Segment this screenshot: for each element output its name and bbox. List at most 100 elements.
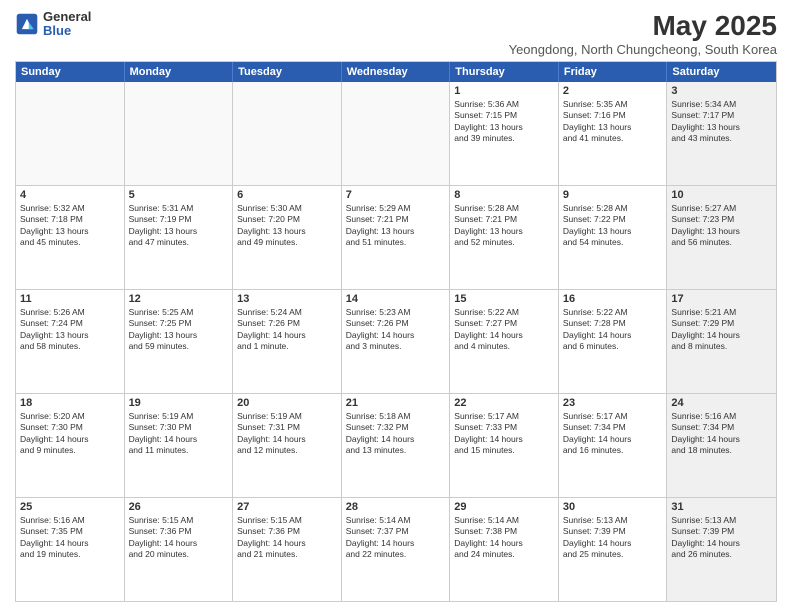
cal-day-13: 13 Sunrise: 5:24 AM Sunset: 7:26 PM Dayli… [233,290,342,393]
cal-day-19: 19 Sunrise: 5:19 AM Sunset: 7:30 PM Dayli… [125,394,234,497]
day-number: 15 [454,293,554,305]
calendar-body: 1 Sunrise: 5:36 AM Sunset: 7:15 PM Daylig… [16,82,776,601]
weekday-header-saturday: Saturday [667,62,776,82]
cal-day-7: 7 Sunrise: 5:29 AM Sunset: 7:21 PM Daylig… [342,186,451,289]
day-number: 11 [20,293,120,305]
cal-day-18: 18Sunrise: 5:20 AM Sunset: 7:30 PM Dayli… [16,394,125,497]
day-number: 22 [454,397,554,409]
cal-day-8: 8 Sunrise: 5:28 AM Sunset: 7:21 PM Daylig… [450,186,559,289]
day-info: Sunrise: 5:25 AM Sunset: 7:25 PM Dayligh… [129,307,229,353]
day-info: Sunrise: 5:30 AM Sunset: 7:20 PM Dayligh… [237,203,337,249]
day-number: 31 [671,501,772,513]
day-number: 17 [671,293,772,305]
day-info: Sunrise: 5:14 AM Sunset: 7:38 PM Dayligh… [454,515,554,561]
cal-day-16: 16Sunrise: 5:22 AM Sunset: 7:28 PM Dayli… [559,290,668,393]
day-number: 8 [454,189,554,201]
day-info: Sunrise: 5:19 AM Sunset: 7:31 PM Dayligh… [237,411,337,457]
day-number: 7 [346,189,446,201]
day-info: Sunrise: 5:28 AM Sunset: 7:21 PM Dayligh… [454,203,554,249]
logo-general: General [43,10,91,24]
main-title: May 2025 [509,10,777,42]
weekday-header-sunday: Sunday [16,62,125,82]
day-number: 26 [129,501,229,513]
cal-day-3: 3 Sunrise: 5:34 AM Sunset: 7:17 PM Daylig… [667,82,776,185]
day-number: 5 [129,189,229,201]
day-info: Sunrise: 5:24 AM Sunset: 7:26 PM Dayligh… [237,307,337,353]
day-info: Sunrise: 5:35 AM Sunset: 7:16 PM Dayligh… [563,99,663,145]
day-info: Sunrise: 5:22 AM Sunset: 7:27 PM Dayligh… [454,307,554,353]
day-number: 18 [20,397,120,409]
day-number: 4 [20,189,120,201]
cal-day-9: 9 Sunrise: 5:28 AM Sunset: 7:22 PM Daylig… [559,186,668,289]
day-info: Sunrise: 5:28 AM Sunset: 7:22 PM Dayligh… [563,203,663,249]
day-number: 20 [237,397,337,409]
calendar: SundayMondayTuesdayWednesdayThursdayFrid… [15,61,777,602]
cal-day-1: 1 Sunrise: 5:36 AM Sunset: 7:15 PM Daylig… [450,82,559,185]
cal-day-20: 20 Sunrise: 5:19 AM Sunset: 7:31 PM Dayli… [233,394,342,497]
day-number: 27 [237,501,337,513]
day-number: 25 [20,501,120,513]
weekday-header-wednesday: Wednesday [342,62,451,82]
day-number: 28 [346,501,446,513]
day-info: Sunrise: 5:36 AM Sunset: 7:15 PM Dayligh… [454,99,554,145]
day-info: Sunrise: 5:13 AM Sunset: 7:39 PM Dayligh… [671,515,772,561]
cal-day-12: 12 Sunrise: 5:25 AM Sunset: 7:25 PM Dayli… [125,290,234,393]
day-info: Sunrise: 5:16 AM Sunset: 7:34 PM Dayligh… [671,411,772,457]
day-number: 3 [671,85,772,97]
calendar-row-4: 25 Sunrise: 5:16 AM Sunset: 7:35 PM Dayli… [16,498,776,601]
day-info: Sunrise: 5:15 AM Sunset: 7:36 PM Dayligh… [237,515,337,561]
logo-text: General Blue [43,10,91,39]
cal-day-28: 28 Sunrise: 5:14 AM Sunset: 7:37 PM Dayli… [342,498,451,601]
weekday-header-monday: Monday [125,62,234,82]
day-info: Sunrise: 5:29 AM Sunset: 7:21 PM Dayligh… [346,203,446,249]
day-info: Sunrise: 5:14 AM Sunset: 7:37 PM Dayligh… [346,515,446,561]
weekday-header-tuesday: Tuesday [233,62,342,82]
calendar-row-0: 1 Sunrise: 5:36 AM Sunset: 7:15 PM Daylig… [16,82,776,186]
cal-day-2: 2 Sunrise: 5:35 AM Sunset: 7:16 PM Daylig… [559,82,668,185]
day-info: Sunrise: 5:27 AM Sunset: 7:23 PM Dayligh… [671,203,772,249]
cal-day-4: 4 Sunrise: 5:32 AM Sunset: 7:18 PM Daylig… [16,186,125,289]
logo-icon [15,12,39,36]
cal-day-25: 25 Sunrise: 5:16 AM Sunset: 7:35 PM Dayli… [16,498,125,601]
cal-day-empty-0-0 [16,82,125,185]
day-info: Sunrise: 5:19 AM Sunset: 7:30 PM Dayligh… [129,411,229,457]
day-info: Sunrise: 5:18 AM Sunset: 7:32 PM Dayligh… [346,411,446,457]
cal-day-26: 26 Sunrise: 5:15 AM Sunset: 7:36 PM Dayli… [125,498,234,601]
subtitle: Yeongdong, North Chungcheong, South Kore… [509,42,777,57]
weekday-header-friday: Friday [559,62,668,82]
day-info: Sunrise: 5:34 AM Sunset: 7:17 PM Dayligh… [671,99,772,145]
cal-day-10: 10Sunrise: 5:27 AM Sunset: 7:23 PM Dayli… [667,186,776,289]
cal-day-21: 21Sunrise: 5:18 AM Sunset: 7:32 PM Dayli… [342,394,451,497]
day-number: 2 [563,85,663,97]
calendar-row-3: 18Sunrise: 5:20 AM Sunset: 7:30 PM Dayli… [16,394,776,498]
cal-day-30: 30 Sunrise: 5:13 AM Sunset: 7:39 PM Dayli… [559,498,668,601]
weekday-header-thursday: Thursday [450,62,559,82]
day-number: 1 [454,85,554,97]
day-info: Sunrise: 5:15 AM Sunset: 7:36 PM Dayligh… [129,515,229,561]
day-info: Sunrise: 5:13 AM Sunset: 7:39 PM Dayligh… [563,515,663,561]
cal-day-6: 6Sunrise: 5:30 AM Sunset: 7:20 PM Daylig… [233,186,342,289]
cal-day-27: 27 Sunrise: 5:15 AM Sunset: 7:36 PM Dayli… [233,498,342,601]
calendar-row-2: 11 Sunrise: 5:26 AM Sunset: 7:24 PM Dayli… [16,290,776,394]
cal-day-empty-0-2 [233,82,342,185]
day-info: Sunrise: 5:17 AM Sunset: 7:33 PM Dayligh… [454,411,554,457]
header: General Blue May 2025 Yeongdong, North C… [15,10,777,57]
cal-day-empty-0-3 [342,82,451,185]
cal-day-empty-0-1 [125,82,234,185]
day-info: Sunrise: 5:32 AM Sunset: 7:18 PM Dayligh… [20,203,120,249]
cal-day-15: 15 Sunrise: 5:22 AM Sunset: 7:27 PM Dayli… [450,290,559,393]
day-number: 29 [454,501,554,513]
day-info: Sunrise: 5:26 AM Sunset: 7:24 PM Dayligh… [20,307,120,353]
cal-day-22: 22 Sunrise: 5:17 AM Sunset: 7:33 PM Dayli… [450,394,559,497]
cal-day-11: 11 Sunrise: 5:26 AM Sunset: 7:24 PM Dayli… [16,290,125,393]
day-number: 19 [129,397,229,409]
page: General Blue May 2025 Yeongdong, North C… [0,0,792,612]
day-number: 12 [129,293,229,305]
day-info: Sunrise: 5:21 AM Sunset: 7:29 PM Dayligh… [671,307,772,353]
day-number: 9 [563,189,663,201]
day-number: 13 [237,293,337,305]
day-number: 30 [563,501,663,513]
day-number: 14 [346,293,446,305]
calendar-row-1: 4 Sunrise: 5:32 AM Sunset: 7:18 PM Daylig… [16,186,776,290]
day-info: Sunrise: 5:16 AM Sunset: 7:35 PM Dayligh… [20,515,120,561]
